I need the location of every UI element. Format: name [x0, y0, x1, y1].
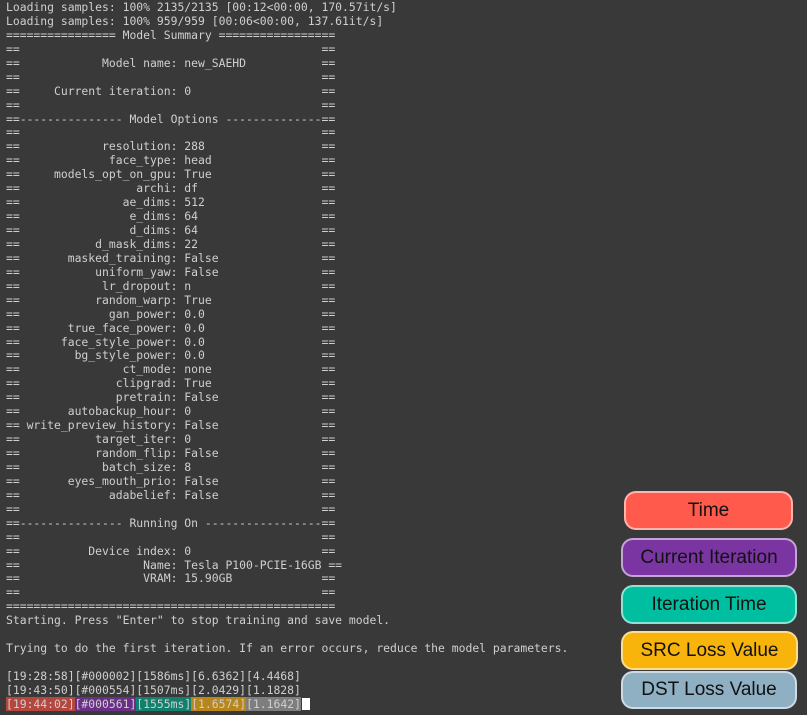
terminal-line: == d_dims: 64 ==	[6, 223, 336, 237]
terminal-line: == Name: Tesla P100-PCIE-16GB ==	[6, 557, 343, 572]
terminal-line: == ==	[6, 125, 336, 140]
terminal-line: == clipgrad: True ==	[6, 376, 336, 391]
terminal-line: == pretrain: False ==	[6, 390, 336, 405]
terminal-line: == uniform_yaw: False ==	[6, 264, 336, 279]
text-cursor	[301, 697, 310, 710]
terminal-line: == ct_mode: none ==	[6, 362, 336, 377]
terminal-line: ==--------------- Model Options --------…	[6, 111, 336, 126]
terminal-line: == e_dims: 64 ==	[6, 209, 336, 224]
terminal-line: ========================================…	[6, 599, 336, 614]
terminal-line: Loading samples: 100% 959/959 [00:06<00:…	[6, 13, 384, 28]
terminal-line: == d_mask_dims: 22 ==	[6, 236, 336, 251]
terminal-line: == adabelief: False ==	[6, 487, 336, 502]
terminal-line: == models_opt_on_gpu: True ==	[6, 167, 336, 182]
terminal-line: [19:43:50][#000554][1507ms][2.0429][1.18…	[6, 682, 301, 697]
terminal-line: ==--------------- Running On -----------…	[6, 515, 336, 530]
terminal-line: == ==	[6, 585, 336, 600]
iteration-time-value: [1555ms]	[136, 696, 192, 711]
terminal-line: == ==	[6, 41, 336, 56]
terminal-line: == lr_dropout: n ==	[6, 278, 336, 293]
terminal-line: == VRAM: 15.90GB ==	[6, 571, 336, 586]
terminal-line: == face_type: head ==	[6, 153, 336, 168]
terminal-line: == ==	[6, 69, 336, 84]
terminal-line: == archi: df ==	[6, 181, 336, 196]
time-value: [19:44:02]	[6, 696, 75, 711]
terminal-line: == ==	[6, 529, 336, 544]
terminal-line: == batch_size: 8 ==	[6, 459, 336, 474]
terminal-line: == ae_dims: 512 ==	[6, 195, 336, 210]
terminal-line: == Device index: 0 ==	[6, 543, 336, 558]
terminal-line: == gan_power: 0.0 ==	[6, 306, 336, 321]
terminal-line: == target_iter: 0 ==	[6, 432, 336, 447]
terminal-line: == random_warp: True ==	[6, 292, 336, 307]
terminal-line: [19:28:58][#000002][1586ms][6.6362][4.44…	[6, 669, 301, 683]
terminal-line: == autobackup_hour: 0 ==	[6, 404, 336, 419]
terminal-line: ================ Model Summary =========…	[6, 27, 336, 42]
terminal-line: == bg_style_power: 0.0 ==	[6, 348, 336, 363]
terminal-line: == Model name: new_SAEHD ==	[6, 55, 336, 70]
legend-time: Time	[624, 491, 793, 530]
legend-dst-loss-value: DST Loss Value	[621, 671, 797, 709]
terminal-output[interactable]: Loading samples: 100% 2135/2135 [00:12<0…	[6, 0, 646, 715]
legend-current-iteration: Current Iteration	[621, 538, 797, 577]
terminal-line: Starting. Press "Enter" to stop training…	[6, 613, 391, 628]
terminal-line: Trying to do the first iteration. If an …	[6, 641, 569, 656]
src-loss-value: [1.6574]	[191, 696, 247, 711]
terminal-line: == resolution: 288 ==	[6, 139, 336, 154]
terminal-line: == eyes_mouth_prio: False ==	[6, 473, 336, 488]
latest-iteration-line: [19:44:02][#000561][1555ms][1.6574][1.16…	[6, 696, 646, 712]
terminal-line: == ==	[6, 501, 336, 516]
iteration-value: [#000561]	[74, 696, 137, 711]
terminal-line: Loading samples: 100% 2135/2135 [00:12<0…	[6, 0, 397, 14]
terminal-line: == true_face_power: 0.0 ==	[6, 320, 336, 335]
dst-loss-value: [1.1642]	[246, 696, 301, 711]
terminal-line: == face_style_power: 0.0 ==	[6, 334, 336, 349]
legend-iteration-time: Iteration Time	[621, 585, 797, 624]
terminal-line: == masked_training: False ==	[6, 250, 336, 265]
terminal-line: == write_preview_history: False ==	[6, 418, 336, 433]
terminal-line: == Current iteration: 0 ==	[6, 83, 336, 98]
terminal-line: == ==	[6, 97, 336, 112]
terminal-lines: Loading samples: 100% 2135/2135 [00:12<0…	[6, 0, 646, 698]
terminal-line: == random_flip: False ==	[6, 446, 336, 460]
legend-src-loss-value: SRC Loss Value	[621, 631, 798, 670]
